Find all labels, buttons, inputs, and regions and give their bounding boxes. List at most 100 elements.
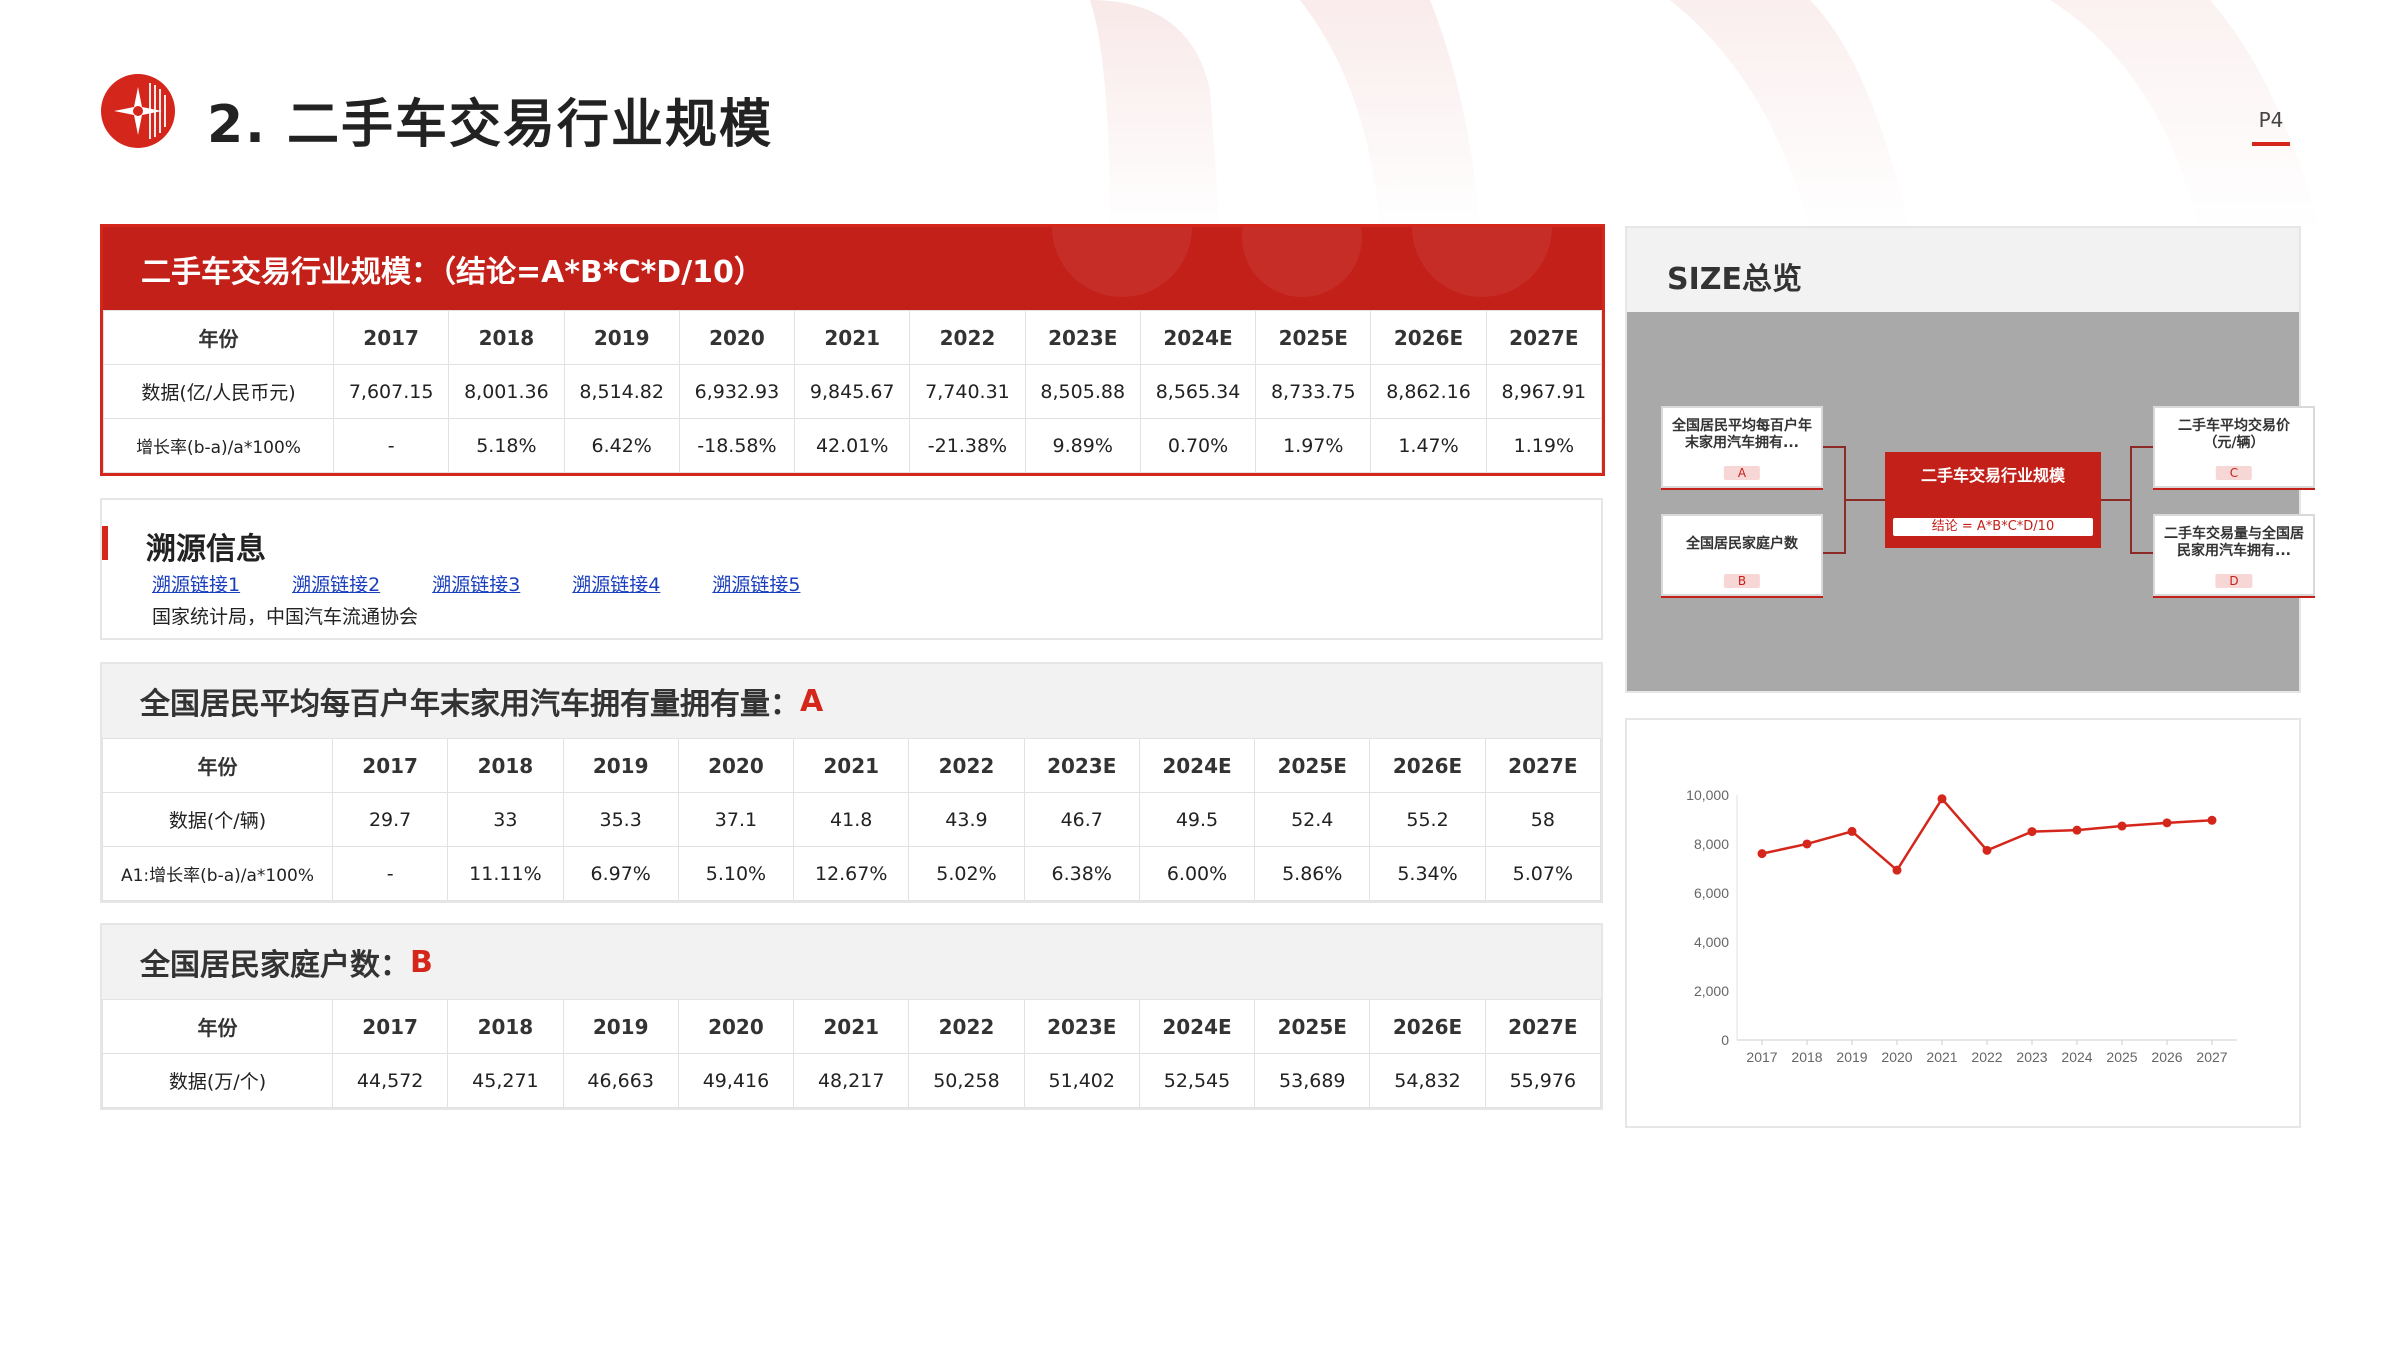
node-d-letter: D [2215, 574, 2253, 588]
table-a-title-text: 全国居民平均每百户年末家用汽车拥有量拥有量： [140, 687, 800, 722]
table-b-block: 全国居民家庭户数： B 年份 2017 2018 2019 2020 2021 2… [100, 923, 1603, 1110]
table-cell: 6.00% [1138, 846, 1256, 901]
column-header: 2027E [1484, 738, 1602, 793]
node-b-label: 全国居民家庭户数 [1686, 536, 1798, 552]
x-tick-label: 2024 [2061, 1049, 2092, 1065]
table-b-title: 全国居民家庭户数： B [102, 925, 1601, 999]
table-cell: 48,217 [793, 1053, 910, 1108]
column-header: 2017 [331, 999, 449, 1054]
table-row: A1:增长率(b-a)/a*100% - 11.11% 6.97% 5.10% … [102, 846, 1602, 901]
table-cell: 52,545 [1138, 1053, 1256, 1108]
line-chart-panel: 0 2,000 4,000 6,000 8,000 10,000 2017 2018 2019 2… [1625, 718, 2301, 1128]
main-table-block: 二手车交易行业规模：（结论=A*B*C*D/10） 年份 2017 2018 2… [100, 224, 1605, 476]
column-header: 2018 [447, 738, 564, 793]
column-header: 2025E [1254, 738, 1371, 793]
table-a-title: 全国居民平均每百户年末家用汽车拥有量拥有量： A [102, 664, 1601, 738]
table-cell: 5.02% [908, 846, 1025, 901]
table-cell: 0.70% [1139, 418, 1257, 473]
node-a: 全国居民平均每百户年末家用汽车拥有... A [1661, 406, 1823, 488]
column-header: 2019 [563, 310, 680, 365]
column-header: 2027E [1485, 310, 1603, 365]
node-center-formula: 结论 = A*B*C*D/10 [1893, 518, 2093, 536]
node-d-label: 二手车交易量与全国居民家用汽车拥有... [2164, 526, 2304, 559]
table-cell: 29.7 [331, 792, 449, 847]
table-cell: 8,733.75 [1255, 364, 1372, 419]
source-link-1[interactable]: 溯源链接1 [152, 570, 240, 597]
size-overview-panel: SIZE总览 全国居民平均每百户年末家用汽车拥有... A 全国居民家庭户数 B… [1625, 226, 2315, 693]
data-point [2162, 818, 2172, 828]
main-data-table: 年份 2017 2018 2019 2020 2021 2022 2023E 2… [103, 310, 1603, 473]
column-header: 2018 [448, 310, 565, 365]
column-header: 2025E [1254, 999, 1371, 1054]
table-cell: 49,416 [677, 1053, 795, 1108]
node-b-letter: B [1723, 574, 1761, 588]
table-cell: 7,740.31 [909, 364, 1026, 419]
table-cell: 5.10% [677, 846, 795, 901]
source-link-4[interactable]: 溯源链接4 [572, 570, 660, 597]
table-row: 增长率(b-a)/a*100% - 5.18% 6.42% -18.58% 42… [103, 418, 1603, 473]
x-tick-label: 2019 [1836, 1049, 1867, 1065]
column-header: 2021 [793, 738, 910, 793]
table-cell: 7,607.15 [332, 364, 450, 419]
source-link-3[interactable]: 溯源链接3 [432, 570, 520, 597]
node-c: 二手车平均交易价（元/辆） C [2153, 406, 2315, 488]
column-header: 2026E [1369, 999, 1486, 1054]
source-links: 溯源链接1 溯源链接2 溯源链接3 溯源链接4 溯源链接5 [152, 570, 800, 597]
table-a-block: 全国居民平均每百户年末家用汽车拥有量拥有量： A 年份 2017 2018 201… [100, 662, 1603, 903]
company-logo [101, 74, 175, 148]
table-a: 年份 2017 2018 2019 2020 2021 2022 2023E 2… [102, 738, 1602, 901]
x-tick-label: 2022 [1971, 1049, 2002, 1065]
x-tick-label: 2025 [2106, 1049, 2137, 1065]
x-tick-label: 2026 [2151, 1049, 2182, 1065]
row-label: 数据(亿/人民币元) [103, 364, 334, 419]
x-tick-label: 2017 [1746, 1049, 1777, 1065]
x-tick-label: 2023 [2016, 1049, 2047, 1065]
table-cell: 58 [1484, 792, 1602, 847]
column-header: 2020 [678, 310, 796, 365]
column-header: 2017 [331, 738, 449, 793]
column-header: 2018 [447, 999, 564, 1054]
table-cell: -18.58% [678, 418, 796, 473]
data-point [1847, 826, 1857, 836]
table-cell: 46.7 [1023, 792, 1140, 847]
data-point [1802, 839, 1812, 849]
background-decoration [1090, 0, 2320, 230]
main-table-title-text: 二手车交易行业规模：（结论=A*B*C*D/10） [141, 254, 764, 290]
size-overview-diagram: 全国居民平均每百户年末家用汽车拥有... A 全国居民家庭户数 B 二手车交易行… [1627, 312, 2315, 691]
column-header: 2022 [909, 310, 1026, 365]
column-header: 2026E [1369, 738, 1486, 793]
table-cell: - [331, 846, 449, 901]
table-cell: 5.07% [1484, 846, 1602, 901]
data-point [2072, 825, 2082, 835]
main-table-title: 二手车交易行业规模：（结论=A*B*C*D/10） [103, 227, 1602, 310]
column-header: 年份 [103, 310, 334, 365]
column-header: 2026E [1370, 310, 1487, 365]
table-cell: 1.97% [1255, 418, 1372, 473]
table-cell: 9.89% [1024, 418, 1141, 473]
column-header: 2023E [1024, 310, 1141, 365]
table-cell: 44,572 [331, 1053, 449, 1108]
table-cell: 42.01% [794, 418, 911, 473]
source-link-5[interactable]: 溯源链接5 [712, 570, 800, 597]
series-line [1761, 796, 2213, 873]
node-c-letter: C [2215, 466, 2253, 480]
table-header-row: 年份 2017 2018 2019 2020 2021 2022 2023E 2… [102, 999, 1602, 1054]
table-cell: 46,663 [562, 1053, 679, 1108]
source-organizations: 国家统计局，中国汽车流通协会 [152, 606, 419, 628]
column-header: 2025E [1255, 310, 1372, 365]
table-b-title-text: 全国居民家庭户数： [140, 948, 410, 983]
line-chart: 0 2,000 4,000 6,000 8,000 10,000 2017 2018 2019 2… [1686, 787, 2237, 1065]
column-header: 2017 [332, 310, 450, 365]
column-header: 年份 [102, 738, 333, 793]
y-tick-label: 4,000 [1694, 934, 1729, 950]
table-cell: 37.1 [677, 792, 795, 847]
data-point [1982, 845, 1992, 855]
table-cell: 55,976 [1484, 1053, 1602, 1108]
data-point [2207, 815, 2217, 825]
column-header: 2024E [1138, 999, 1256, 1054]
data-point [1937, 794, 1947, 804]
source-link-2[interactable]: 溯源链接2 [292, 570, 380, 597]
table-cell: - [332, 418, 450, 473]
table-cell: 6.42% [563, 418, 680, 473]
table-cell: 53,689 [1254, 1053, 1371, 1108]
